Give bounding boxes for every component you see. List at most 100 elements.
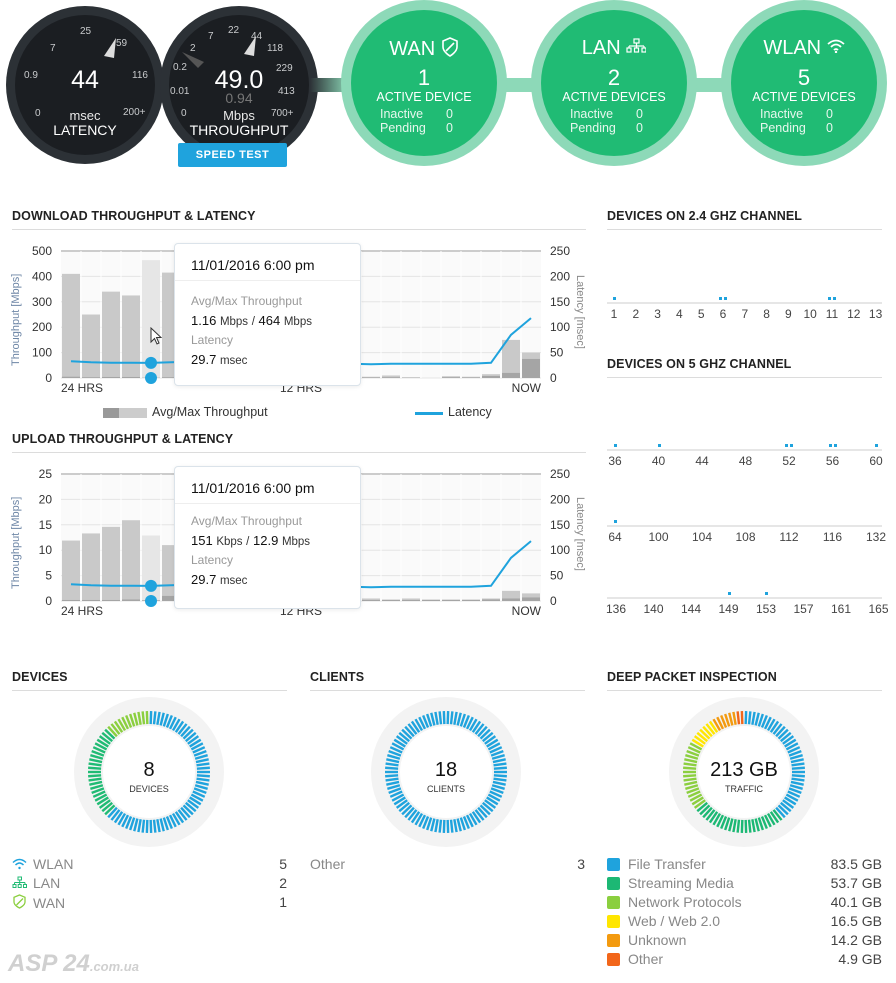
device-dot[interactable] [785,444,788,447]
channel-label: 100 [648,530,669,544]
device-dot[interactable] [828,297,831,300]
legend-bars-swatch [119,408,147,418]
channels5-title: DEVICES ON 5 GHZ CHANNEL [607,357,792,371]
dpi-legend-item[interactable]: Streaming Media [628,875,734,893]
avg-throughput-bar [502,598,520,601]
ring-tick [133,818,139,832]
device-dot[interactable] [790,444,793,447]
inactive-label: Inactive [760,107,804,121]
ring-tick [438,711,443,725]
channel-label: 36 [608,454,622,468]
tooltip-separator: / [246,536,250,548]
latency-gauge: 0 0.9 7 25 59 116 200+ 44 msec LATENCY [6,6,164,164]
y-tick-left: 100 [32,346,52,360]
channel-label: 2 [632,307,640,321]
ring-tick [152,819,157,833]
ring-tick [156,711,161,725]
device-dot[interactable] [614,520,617,523]
y-tick-left: 500 [32,244,52,258]
clients-total-label: CLIENTS [426,784,465,794]
device-dot[interactable] [828,444,832,447]
tooltip-avg: 151 [191,533,213,548]
ring-tick [141,711,146,725]
devices-ring: 8 DEVICES [74,697,224,847]
ring-tick [137,711,142,725]
upload-chart-title: UPLOAD THROUGHPUT & LATENCY [12,432,234,446]
dpi-legend-item[interactable]: Unknown [628,932,686,950]
y-tick-right: 100 [550,320,570,334]
ring-tick [141,819,146,833]
devices-legend-item[interactable]: WLAN [12,856,73,874]
avg-throughput-bar [522,358,540,378]
watermark-main: ASP 24 [8,950,90,977]
wlan-title: WLAN [763,37,822,59]
wifi-icon [827,39,845,54]
lan-status-circle[interactable]: LAN 2 ACTIVE DEVICES Inactive 0 Pending 0 [531,0,697,166]
wlan-status-circle[interactable]: WLAN 5 ACTIVE DEVICES Inactive 0 Pending 0 [721,0,887,166]
ring-tick [453,819,458,833]
pending-label: Pending [760,121,806,135]
channel-label: 12 [847,307,861,321]
channel-label: 11 [825,307,839,321]
channel-label: 13 [868,307,883,321]
channel-baseline [607,597,882,599]
dpi-legend-item[interactable]: File Transfer [628,856,706,874]
channel-label: 136 [605,602,627,616]
device-dot[interactable] [724,297,727,300]
dpi-legend-item[interactable]: Web / Web 2.0 [628,913,720,931]
channel-label: 140 [643,602,664,616]
ring-tick [449,819,454,833]
channel-label: 40 [651,454,666,468]
wifi-icon [12,857,30,873]
wan-status-circle[interactable]: WAN 1 ACTIVE DEVICE Inactive 0 Pending 0 [341,0,507,166]
max-throughput-bar [102,291,120,378]
device-dot[interactable] [833,444,837,447]
avg-throughput-bar [62,376,80,378]
x-tick: NOW [512,381,542,395]
y-tick-right: 50 [550,569,564,583]
channel-label: 4 [676,307,683,321]
ring-tick [751,711,756,725]
pending-value: 0 [826,121,833,135]
avg-throughput-bar [382,599,400,601]
device-dot[interactable] [614,444,617,447]
speed-test-button[interactable]: SPEED TEST [178,143,287,167]
max-throughput-bar [82,533,100,601]
gauge-needle-icon [104,38,116,58]
device-dot[interactable] [833,297,836,300]
channel-label: 157 [793,602,814,616]
channel-label: 144 [680,602,702,616]
channel-label: 8 [763,307,770,321]
channel-label: 9 [785,307,792,321]
device-dot[interactable] [765,592,768,595]
y-tick-left: 10 [39,543,53,557]
device-dot[interactable] [727,592,731,595]
devices-legend-item[interactable]: LAN [12,875,60,893]
channel-label: 104 [691,530,713,544]
device-dot[interactable] [719,297,722,300]
device-dot[interactable] [613,297,616,300]
device-dot[interactable] [657,444,661,447]
dpi-legend-value: 83.5 GB [830,856,882,872]
lan-sub: ACTIVE DEVICES [562,90,666,104]
devices-total: 8 [143,759,155,781]
hover-marker-latency [145,356,157,369]
channel-baseline [607,525,882,527]
dpi-legend-item[interactable]: Network Protocols [628,894,742,912]
upload-tooltip: 11/01/2016 6:00 pm Avg/Max Throughput 15… [174,466,361,609]
devices-legend-item[interactable]: WAN [12,894,65,912]
device-dot[interactable] [875,444,878,447]
clients-legend-item[interactable]: Other [310,856,345,874]
channel-label: 52 [782,454,796,468]
dpi-legend-item[interactable]: Other [628,951,663,969]
tooltip-avg-unit: Kbps [216,536,243,548]
latency-label: LATENCY [53,122,117,138]
avg-throughput-bar [462,599,480,601]
devices-legend-value: 5 [279,856,287,872]
ring-tick [736,711,741,725]
x-tick: 24 HRS [61,604,103,618]
y-tick-left: 400 [32,269,52,283]
inactive-label: Inactive [570,107,614,121]
tooltip-max: 12.9 [253,533,279,548]
dpi-legend-value: 40.1 GB [830,894,882,910]
